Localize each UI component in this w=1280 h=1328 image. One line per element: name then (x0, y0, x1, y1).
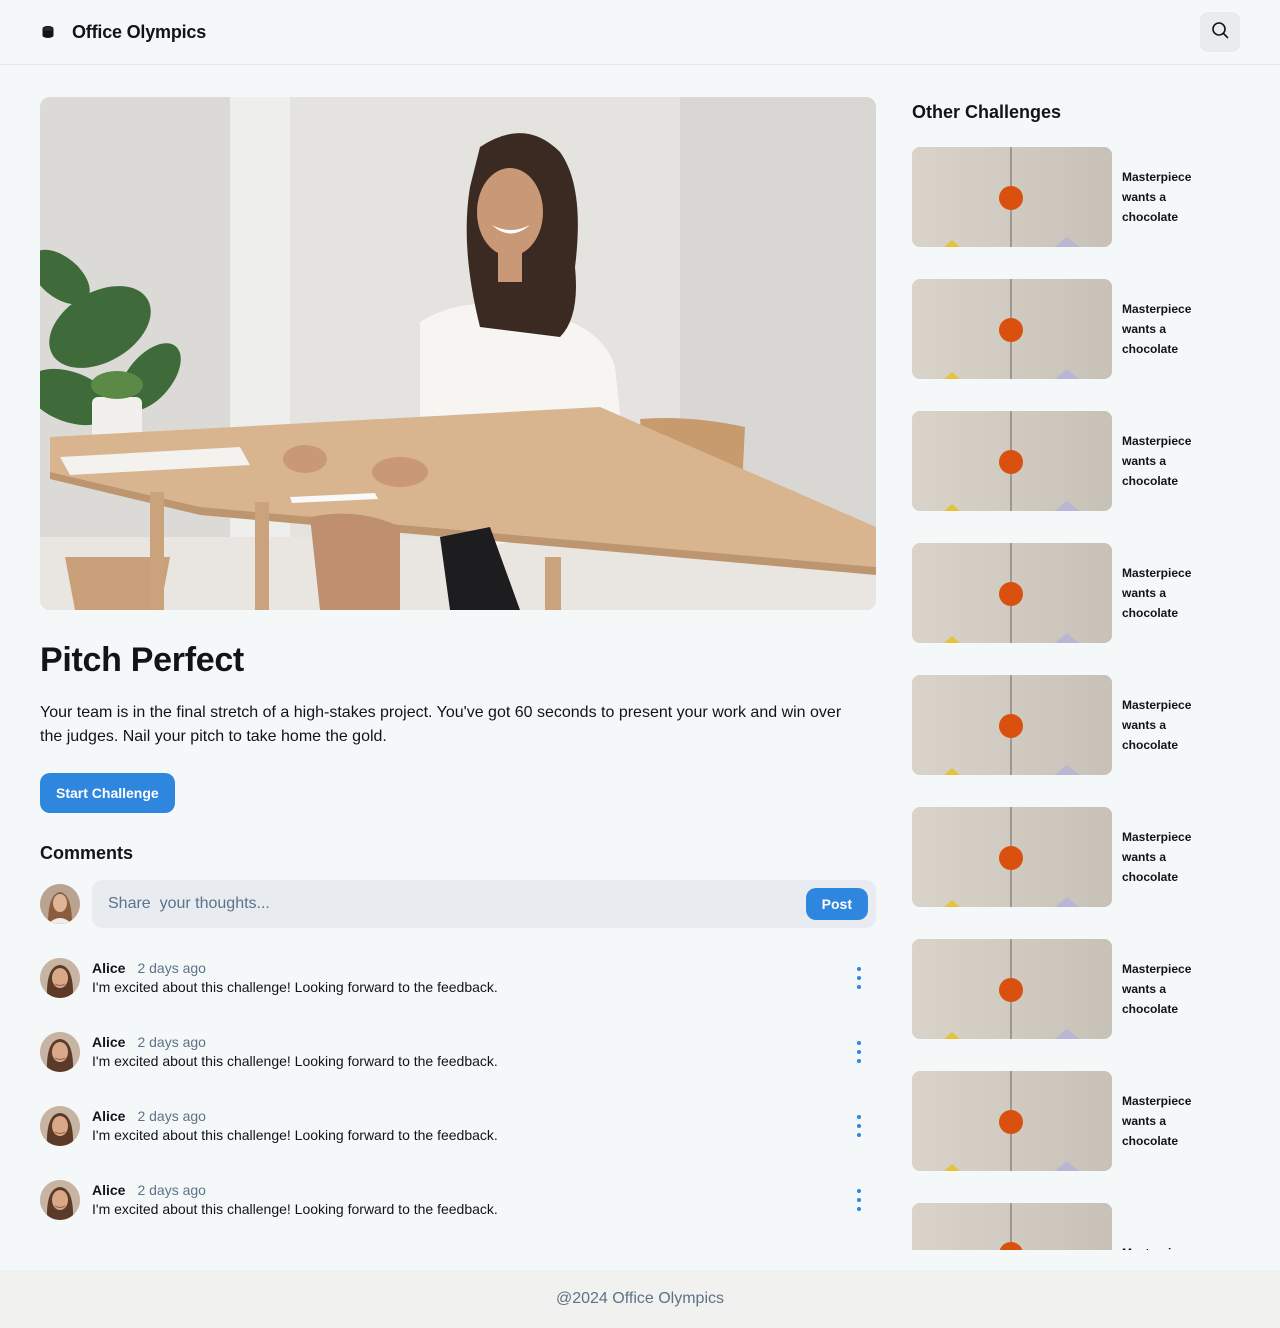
challenge-card[interactable]: Masterpiece wants a chocolate (912, 939, 1240, 1039)
challenge-card-title[interactable]: Masterpiece wants a chocolate (1122, 299, 1222, 359)
comment-body: Alice 2 days ago I'm excited about this … (92, 1182, 835, 1217)
challenge-card[interactable]: Masterpiece (912, 1203, 1240, 1250)
challenge-description: Your team is in the final stretch of a h… (40, 703, 842, 745)
comment-item: Alice 2 days ago I'm excited about this … (40, 957, 876, 998)
comment-body: Alice 2 days ago I'm excited about this … (92, 960, 835, 995)
challenge-card-title[interactable]: Masterpiece wants a chocolate (1122, 167, 1222, 227)
cylinder-icon (40, 24, 56, 40)
comment-list: Alice 2 days ago I'm excited about this … (40, 957, 876, 1220)
challenge-card-title[interactable]: Masterpiece wants a chocolate (1122, 431, 1222, 491)
challenge-thumbnail[interactable] (912, 279, 1112, 379)
comment-meta: Alice 2 days ago (92, 1182, 835, 1198)
comment-item: Alice 2 days ago I'm excited about this … (40, 1105, 876, 1146)
challenge-card[interactable]: Masterpiece wants a chocolate (912, 411, 1240, 511)
challenge-card-title[interactable]: Masterpiece wants a chocolate (1122, 1091, 1222, 1151)
challenge-card[interactable]: Masterpiece wants a chocolate (912, 1071, 1240, 1171)
more-options-icon[interactable] (847, 1037, 871, 1067)
footer-text: @2024 Office Olympics (555, 1290, 724, 1307)
footer: @2024 Office Olympics (0, 1270, 1280, 1328)
app-title: Office Olympics (72, 21, 207, 42)
challenge-card[interactable]: Masterpiece wants a chocolate (912, 543, 1240, 643)
challenge-thumbnail[interactable] (912, 807, 1112, 907)
brand[interactable]: Office Olympics (40, 22, 206, 43)
hero-image (40, 97, 876, 610)
comment-author[interactable]: Alice (92, 1182, 125, 1198)
challenge-thumbnail[interactable] (912, 1203, 1112, 1250)
other-challenges-heading: Other Challenges (912, 102, 1062, 122)
comment-text: I'm excited about this challenge! Lookin… (92, 1201, 498, 1218)
challenge-card[interactable]: Masterpiece wants a chocolate (912, 279, 1240, 379)
commenter-avatar[interactable] (40, 1105, 80, 1146)
comment-text: I'm excited about this challenge! Lookin… (92, 979, 498, 996)
comment-time: 2 days ago (137, 1034, 206, 1051)
current-user-avatar (40, 883, 80, 924)
comment-text: I'm excited about this challenge! Lookin… (92, 1127, 498, 1144)
more-options-icon[interactable] (847, 1111, 871, 1141)
challenge-card[interactable]: Masterpiece wants a chocolate (912, 675, 1240, 775)
comment-composer: Post (40, 879, 876, 928)
more-options-icon[interactable] (847, 963, 871, 993)
comment-author[interactable]: Alice (92, 960, 125, 976)
comment-input-box: Post (92, 879, 876, 928)
comment-meta: Alice 2 days ago (92, 1108, 835, 1124)
challenge-card[interactable]: Masterpiece wants a chocolate (912, 147, 1240, 247)
comment-author[interactable]: Alice (92, 1034, 125, 1050)
challenge-card-title[interactable]: Masterpiece wants a chocolate (1122, 827, 1222, 887)
challenge-card[interactable]: Masterpiece wants a chocolate (912, 807, 1240, 907)
top-header: Office Olympics (0, 0, 1280, 65)
challenge-thumbnail[interactable] (912, 147, 1112, 247)
comment-item: Alice 2 days ago I'm excited about this … (40, 1031, 876, 1072)
challenge-card-title[interactable]: Masterpiece wants a chocolate (1122, 563, 1222, 623)
comments-heading: Comments (40, 842, 134, 863)
challenge-title: Pitch Perfect (40, 641, 244, 679)
comment-meta: Alice 2 days ago (92, 960, 835, 976)
other-challenges-sidebar: Other Challenges Masterpiece wants a cho… (912, 97, 1240, 1250)
comment-time: 2 days ago (137, 1182, 206, 1199)
comment-time: 2 days ago (137, 960, 206, 977)
post-button[interactable]: Post (805, 887, 868, 920)
challenge-card-list: Masterpiece wants a chocolate Masterpiec… (912, 147, 1240, 1250)
comment-text: I'm excited about this challenge! Lookin… (92, 1053, 498, 1070)
commenter-avatar[interactable] (40, 1179, 80, 1220)
comment-body: Alice 2 days ago I'm excited about this … (92, 1108, 835, 1143)
comment-meta: Alice 2 days ago (92, 1034, 835, 1050)
commenter-avatar[interactable] (40, 957, 80, 998)
challenge-main: Pitch Perfect Your team is in the final … (40, 97, 876, 1254)
search-button[interactable] (1200, 12, 1240, 52)
comment-item: Alice 2 days ago I'm excited about this … (40, 1179, 876, 1220)
challenge-thumbnail[interactable] (912, 543, 1112, 643)
challenge-thumbnail[interactable] (912, 675, 1112, 775)
challenge-card-title[interactable]: Masterpiece wants a chocolate (1122, 695, 1222, 755)
comment-body: Alice 2 days ago I'm excited about this … (92, 1034, 835, 1069)
comment-time: 2 days ago (137, 1108, 206, 1125)
challenge-card-title[interactable]: Masterpiece (1122, 1243, 1222, 1250)
comment-author[interactable]: Alice (92, 1108, 125, 1124)
challenge-thumbnail[interactable] (912, 1071, 1112, 1171)
start-challenge-button[interactable]: Start Challenge (40, 772, 175, 813)
search-icon (1210, 20, 1230, 45)
challenge-card-title[interactable]: Masterpiece wants a chocolate (1122, 959, 1222, 1019)
challenge-thumbnail[interactable] (912, 939, 1112, 1039)
more-options-icon[interactable] (847, 1185, 871, 1215)
challenge-thumbnail[interactable] (912, 411, 1112, 511)
comment-input[interactable] (108, 894, 708, 913)
commenter-avatar[interactable] (40, 1031, 80, 1072)
